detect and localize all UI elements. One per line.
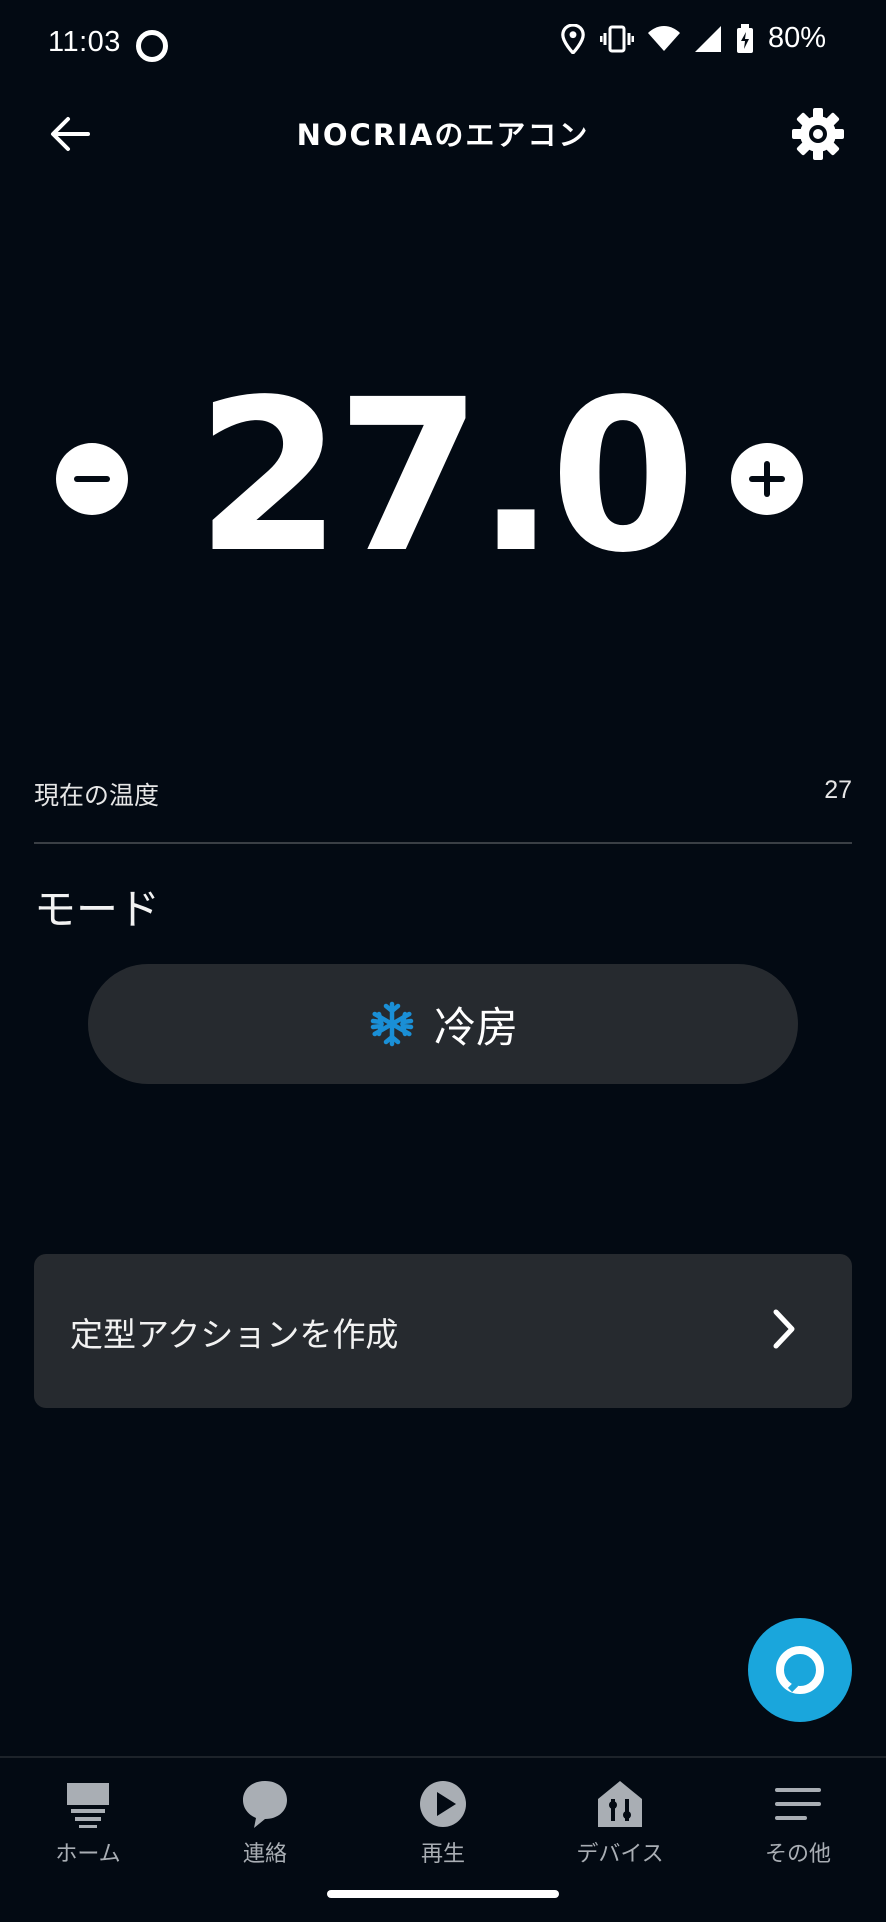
increase-temperature-button[interactable] — [731, 443, 803, 515]
location-icon — [561, 23, 585, 54]
nav-label: 連絡 — [242, 1842, 287, 1867]
home-icon — [67, 1783, 109, 1828]
current-temperature-label: 現在の温度 — [34, 781, 160, 810]
gear-icon — [792, 108, 844, 160]
settings-button[interactable] — [790, 106, 846, 162]
chevron-right-icon — [773, 1309, 795, 1349]
nav-item-home[interactable]: ホーム — [18, 1776, 158, 1868]
home-indicator[interactable] — [327, 1890, 559, 1898]
create-routine-button[interactable]: 定型アクションを作成 — [34, 1254, 852, 1408]
battery-icon — [736, 23, 753, 53]
plus-icon-vertical — [764, 461, 770, 497]
devices-icon — [598, 1781, 642, 1827]
nav-item-more[interactable]: その他 — [728, 1776, 868, 1868]
nav-label: 再生 — [420, 1842, 465, 1867]
page-title: NOCRIAのエアコン — [296, 118, 590, 152]
divider — [34, 842, 852, 844]
nav-item-devices[interactable]: デバイス — [550, 1776, 690, 1868]
mode-value: 冷房 — [433, 1002, 518, 1052]
chat-icon — [243, 1781, 287, 1828]
nav-label: ホーム — [55, 1842, 121, 1867]
alexa-icon — [776, 1646, 824, 1694]
create-routine-label: 定型アクションを作成 — [70, 1315, 399, 1354]
nav-item-communicate[interactable]: 連絡 — [195, 1776, 335, 1868]
nav-label: その他 — [764, 1842, 831, 1867]
nav-item-play[interactable]: 再生 — [373, 1776, 513, 1868]
cell-signal-icon — [694, 25, 721, 52]
wifi-icon — [647, 25, 680, 51]
status-time: 11:03 — [48, 26, 121, 58]
mode-selector-button[interactable]: 冷房 — [88, 964, 798, 1084]
nav-label: デバイス — [576, 1842, 664, 1867]
snowflake-icon — [370, 1001, 414, 1047]
battery-percentage: 80% — [767, 22, 826, 54]
menu-icon — [775, 1788, 821, 1820]
vibrate-icon — [599, 25, 634, 52]
current-temperature-value: 27 — [824, 776, 852, 804]
play-icon — [420, 1781, 466, 1827]
status-icons: 80% — [560, 22, 826, 55]
mode-label: モード — [34, 885, 161, 934]
alexa-status-icon — [136, 30, 168, 62]
alexa-voice-button[interactable] — [748, 1618, 852, 1722]
